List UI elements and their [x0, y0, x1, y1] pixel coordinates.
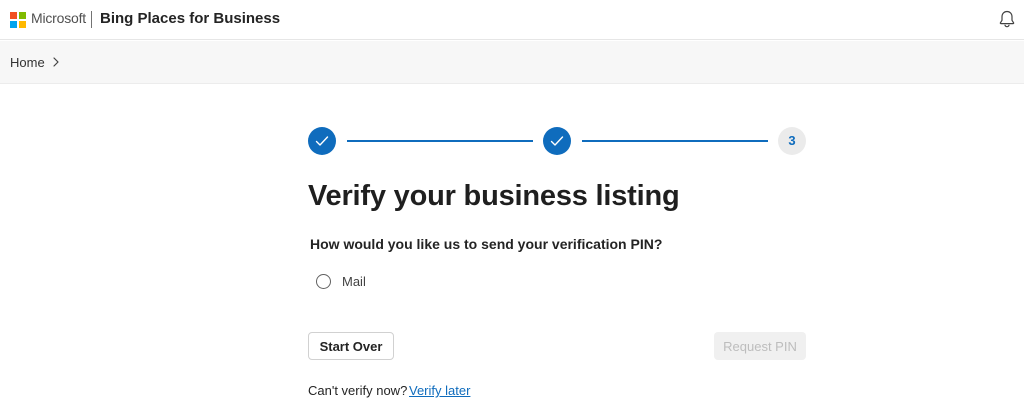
step-3-current: 3	[778, 127, 806, 155]
verification-question: How would you like us to send your verif…	[310, 236, 663, 252]
checkmark-icon	[550, 136, 564, 146]
request-pin-button[interactable]: Request PIN	[714, 332, 806, 360]
breadcrumb-home-link[interactable]: Home	[10, 55, 45, 70]
cant-verify-text: Can't verify now?	[308, 383, 408, 398]
mail-radio-label[interactable]: Mail	[342, 274, 366, 289]
top-header: Microsoft Bing Places for Business	[0, 0, 1024, 40]
brand-name[interactable]: Microsoft	[31, 10, 86, 26]
header-divider	[91, 11, 92, 28]
step-1-complete	[308, 127, 336, 155]
page-title: Verify your business listing	[308, 180, 680, 212]
breadcrumb: Home	[0, 41, 1024, 84]
verify-later-link[interactable]: Verify later	[409, 383, 470, 398]
step-connector-1	[347, 140, 533, 142]
start-over-button[interactable]: Start Over	[308, 332, 394, 360]
mail-radio-button[interactable]	[316, 274, 331, 289]
app-title[interactable]: Bing Places for Business	[100, 10, 280, 27]
step-connector-2	[582, 140, 768, 142]
step-2-complete	[543, 127, 571, 155]
bell-icon[interactable]	[998, 9, 1016, 29]
microsoft-logo-icon[interactable]	[10, 12, 26, 28]
checkmark-icon	[315, 136, 329, 146]
chevron-right-icon	[51, 55, 61, 69]
